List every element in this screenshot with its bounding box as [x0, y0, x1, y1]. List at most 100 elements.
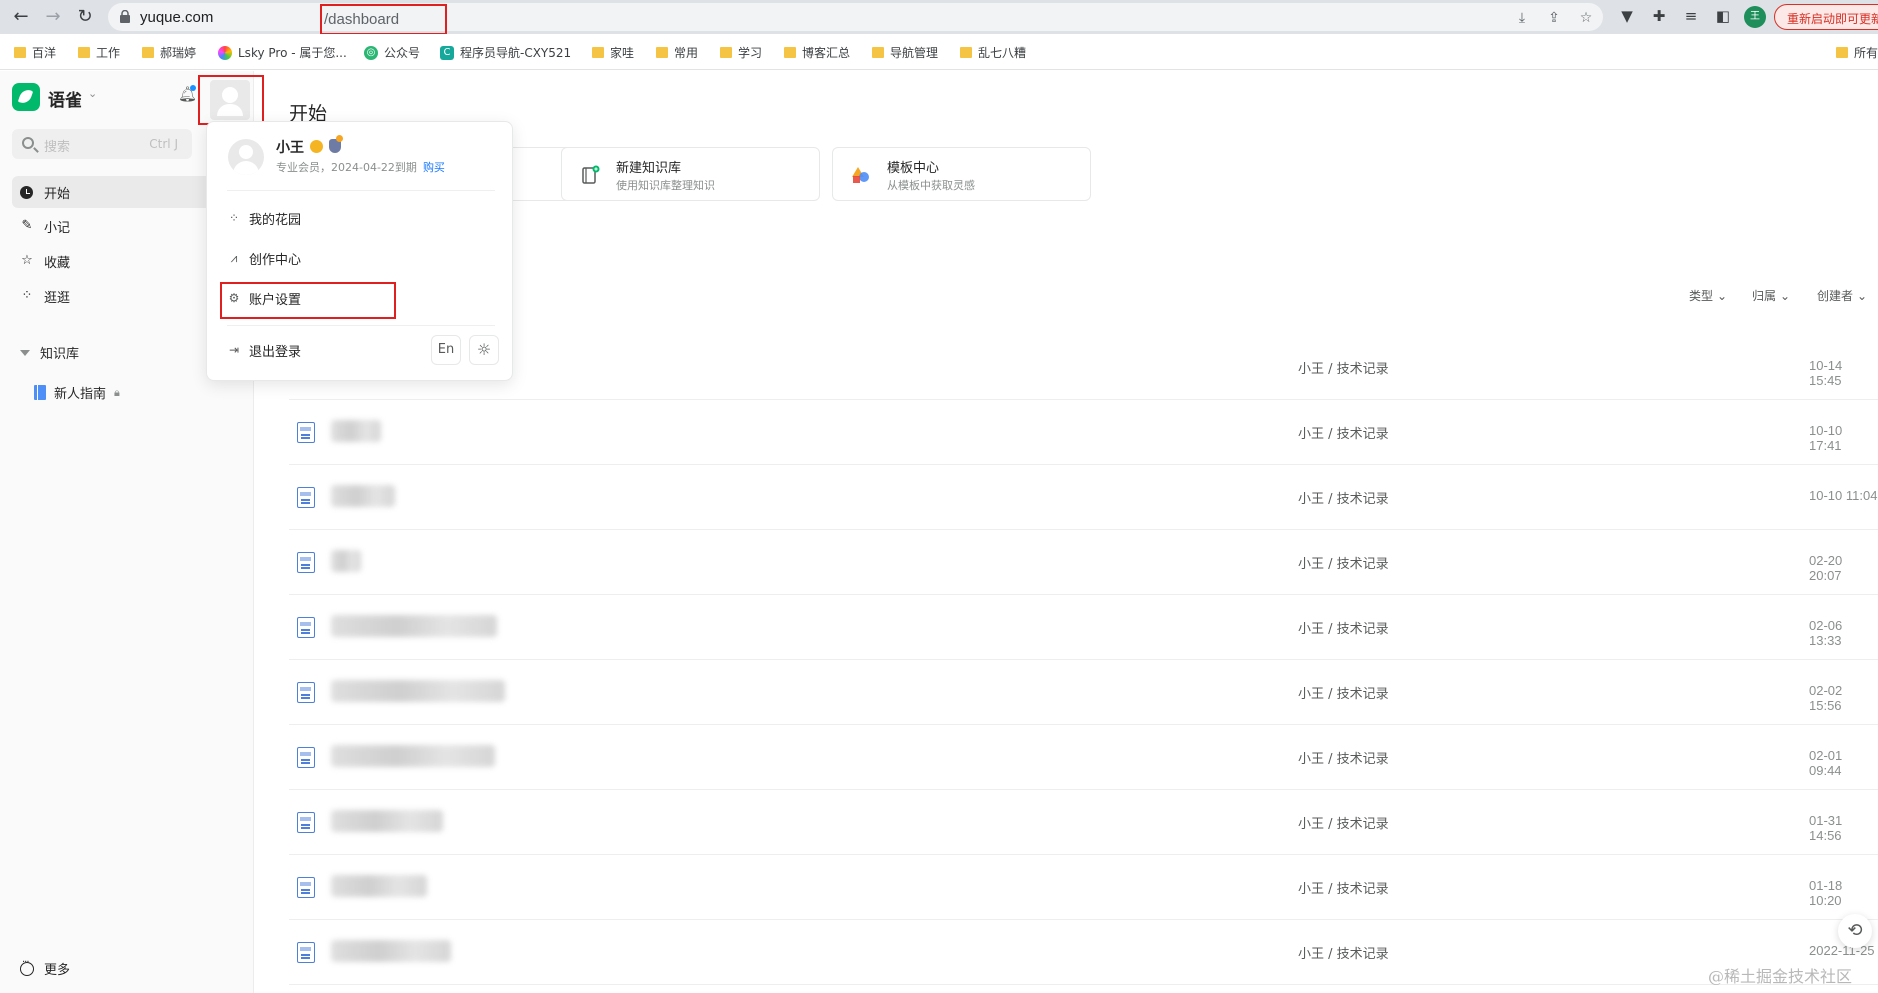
document-icon [297, 422, 315, 443]
grid-icon: ⁘ [21, 288, 33, 303]
language-toggle-button[interactable]: En [431, 335, 461, 365]
redacted-title [331, 745, 495, 767]
avatar [228, 139, 264, 175]
bookmark-item[interactable]: 学习 [720, 44, 762, 61]
knowledge-base-section[interactable]: 知识库 [20, 343, 79, 362]
table-row[interactable]: 小王 / 技术记录 10-10 11:04 [289, 465, 1878, 530]
bookmark-item[interactable]: 乱七八糟 [960, 44, 1026, 61]
bookmark-item[interactable]: C 程序员导航-CXY521 [440, 44, 571, 61]
highlight-box [220, 282, 396, 319]
bookmark-item[interactable]: 所有 [1836, 44, 1878, 61]
spiral-icon: ◎ [364, 45, 378, 60]
logout-icon: ⇥ [228, 343, 240, 357]
install-icon[interactable]: ⤓ [1513, 9, 1531, 27]
bookmark-item[interactable]: 百洋 [14, 44, 56, 61]
document-icon [297, 552, 315, 573]
yuque-logo-icon[interactable] [12, 83, 40, 111]
folder-icon [1836, 47, 1848, 58]
user-menu-dropdown: 小王 专业会员，2024-04-22到期 购买 ⁘ 我的花园 ⩘ 创作中心 ⚙ 账… [206, 121, 513, 381]
member-badge-icon [310, 140, 323, 153]
bookmarks-bar: 百洋 工作 郝瑞婷 Lsky Pro - 属于您... ◎ 公众号 C 程序员导航-… [0, 34, 1878, 70]
nav-item-notes[interactable]: ✎ 小记 [12, 210, 212, 242]
table-row[interactable]: 小王 / 技术记录 01-18 10:20 [289, 855, 1878, 920]
extension-v-icon[interactable]: ▼ [1618, 7, 1636, 25]
bookmark-item[interactable]: 导航管理 [872, 44, 938, 61]
search-input[interactable]: 搜索 Ctrl J [12, 129, 192, 159]
puzzle-icon[interactable]: ✚ [1650, 7, 1668, 25]
forward-arrow-icon[interactable]: → [42, 6, 64, 28]
update-button[interactable]: 重新启动即可更新 [1774, 4, 1878, 30]
profile-avatar[interactable]: 王 [1744, 6, 1766, 28]
bookmark-item[interactable]: 郝瑞婷 [142, 44, 196, 61]
watermark: @稀土掘金技术社区 [1708, 967, 1853, 986]
folder-icon [14, 47, 26, 58]
shield-badge-icon [329, 135, 343, 153]
filter-creator[interactable]: 创建者 ⌄ [1817, 287, 1867, 304]
table-row[interactable]: 小王 / 技术记录 02-02 15:56 [289, 660, 1878, 725]
browser-tab-strip: ← → ↻ yuque.com /dashboard ⤓ ⇪ ☆ ▼ ✚ ≡ ◧… [0, 0, 1878, 35]
table-row[interactable]: 小王 / 技术记录 02-20 20:07 [289, 530, 1878, 595]
bookmark-item[interactable]: 博客汇总 [784, 44, 850, 61]
lock-icon: 🔒︎ [114, 385, 120, 399]
table-row[interactable]: 小王 / 技术记录 02-06 13:33 [289, 595, 1878, 660]
chevron-down-icon: ⌄ [1780, 288, 1791, 303]
chevron-down-icon[interactable]: ⌄ [88, 87, 97, 100]
brand-name[interactable]: 语雀 [48, 86, 82, 111]
filter-owner[interactable]: 归属 ⌄ [1752, 287, 1790, 304]
redacted-title [331, 485, 395, 507]
bookmark-item[interactable]: Lsky Pro - 属于您... [218, 44, 347, 61]
back-arrow-icon[interactable]: ← [10, 6, 32, 28]
nav-item-favorites[interactable]: ☆ 收藏 [12, 245, 212, 277]
filter-type[interactable]: 类型 ⌄ [1689, 287, 1727, 304]
quick-card-templates[interactable]: 模板中心 从模板中获取灵感 [832, 147, 1091, 201]
chevron-down-icon: ⌄ [1717, 288, 1728, 303]
bookmark-item[interactable]: 常用 [656, 44, 698, 61]
document-icon [297, 877, 315, 898]
document-icon [297, 942, 315, 963]
nav-item-start[interactable]: 开始 [12, 176, 212, 208]
template-icon [852, 167, 869, 183]
bookmark-item[interactable]: ◎ 公众号 [364, 44, 420, 61]
redacted-title [331, 615, 497, 637]
folder-icon [720, 47, 732, 58]
feather-icon: ✎ [21, 218, 33, 233]
folder-icon [960, 47, 972, 58]
menu-item-garden[interactable]: ⁘ 我的花园 [227, 204, 495, 232]
menu-item-creator-center[interactable]: ⩘ 创作中心 [227, 244, 495, 272]
knowledge-base-item[interactable]: 新人指南 🔒︎ [34, 383, 120, 402]
search-icon [22, 137, 34, 149]
side-panel-icon[interactable]: ◧ [1714, 7, 1732, 25]
redacted-title [331, 940, 451, 962]
table-row[interactable]: 小王 / 技术记录 2022-11-25 [289, 920, 1878, 985]
star-icon: ☆ [21, 253, 33, 268]
redacted-title [331, 550, 361, 572]
table-row[interactable]: 小王 / 技术记录 01-31 14:56 [289, 790, 1878, 855]
bookmark-star-icon[interactable]: ☆ [1577, 9, 1595, 27]
document-icon [297, 617, 315, 638]
folder-icon [656, 47, 668, 58]
table-row[interactable]: 小王 / 技术记录 10-10 17:41 [289, 400, 1878, 465]
document-icon [297, 682, 315, 703]
document-icon [297, 747, 315, 768]
bookmark-item[interactable]: 家哇 [592, 44, 634, 61]
redacted-title [331, 810, 443, 832]
sun-icon[interactable]: ☼ [469, 335, 499, 365]
share-icon[interactable]: ⇪ [1545, 9, 1563, 27]
more-menu[interactable]: 更多 [20, 957, 70, 978]
reload-icon[interactable]: ↻ [74, 6, 96, 28]
menu-item-logout[interactable]: ⇥ 退出登录 [227, 336, 417, 364]
folder-icon [592, 47, 604, 58]
nav-item-explore[interactable]: ⁘ 逛逛 [12, 280, 212, 312]
quick-card-new-kb[interactable]: 新建知识库 使用知识库整理知识 [561, 147, 820, 201]
document-icon [297, 812, 315, 833]
reading-list-icon[interactable]: ≡ [1682, 7, 1700, 25]
chevron-down-icon: ⌄ [1857, 288, 1868, 303]
table-row[interactable]: 小王 / 技术记录 02-01 09:44 [289, 725, 1878, 790]
address-bar[interactable]: yuque.com /dashboard ⤓ ⇪ ☆ [108, 3, 1603, 35]
clock-icon [20, 185, 33, 199]
feedback-icon[interactable]: ⟲ [1838, 914, 1872, 948]
bookmark-item[interactable]: 工作 [78, 44, 120, 61]
avatar [210, 80, 250, 120]
buy-link[interactable]: 购买 [423, 161, 445, 174]
table-row[interactable]: 小王 / 技术记录 10-14 15:45 [289, 335, 1878, 400]
